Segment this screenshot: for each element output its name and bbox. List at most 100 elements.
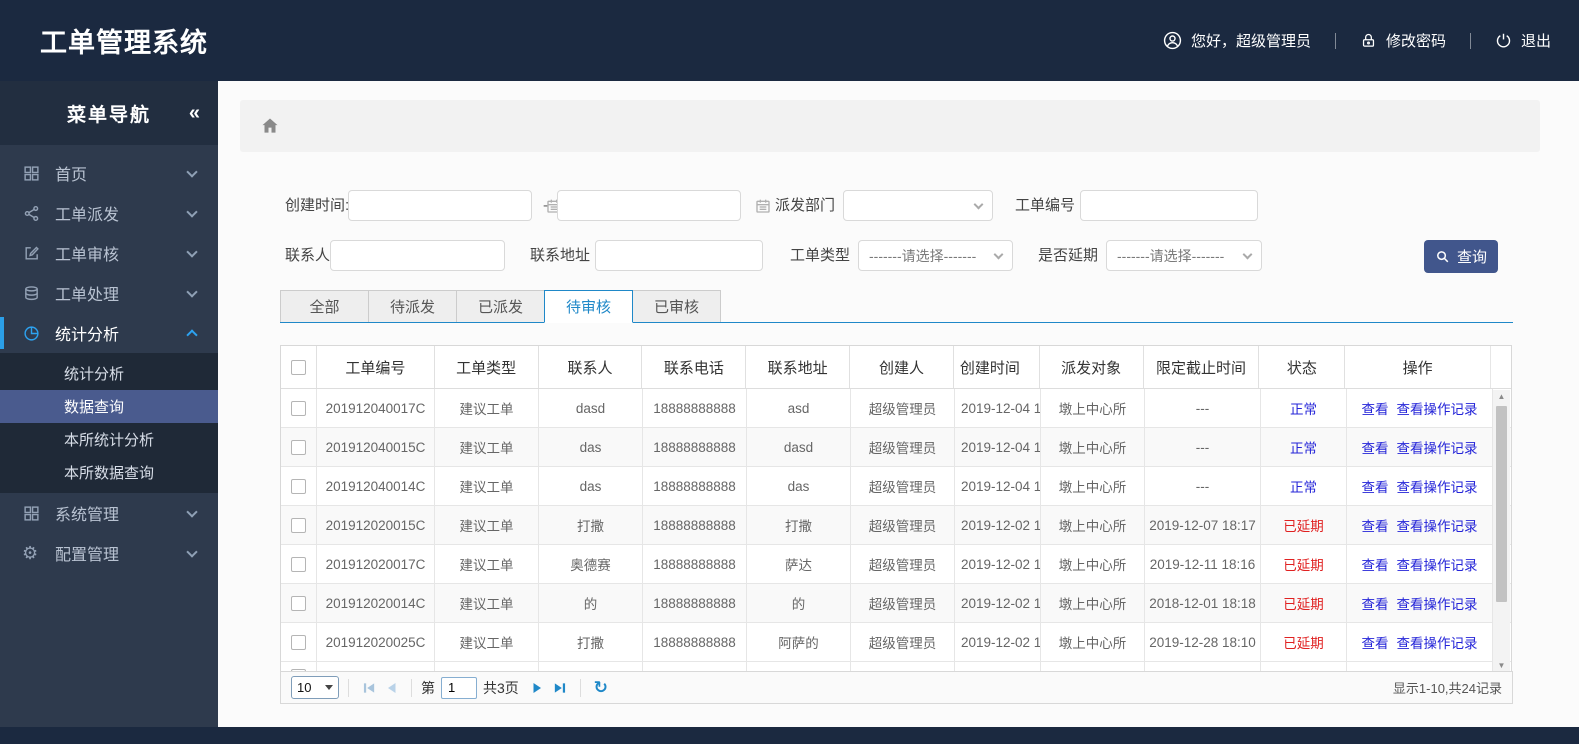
last-page-button[interactable] (549, 677, 571, 699)
create-time-start-input[interactable] (349, 191, 546, 220)
grid-icon (22, 165, 41, 182)
scrollbar-thumb[interactable] (1496, 406, 1507, 602)
sidebar-item-config[interactable]: ⚙ 配置管理 (0, 533, 218, 573)
view-log-link[interactable]: 查看操作记录 (1397, 554, 1478, 574)
address-input[interactable] (596, 241, 793, 270)
column-header: 创建人 (850, 346, 954, 388)
status-badge: 已延期 (1283, 519, 1324, 534)
search-button[interactable]: 查询 (1424, 240, 1498, 273)
tab-dispatched[interactable]: 已派发 (456, 290, 545, 322)
view-log-link[interactable]: 查看操作记录 (1397, 476, 1478, 496)
prev-page-button[interactable] (380, 677, 402, 699)
create-time-label: 创建时间: (285, 197, 350, 214)
cell-order-no: 201912020017C (317, 545, 435, 583)
order-no-field[interactable] (1080, 190, 1278, 221)
row-select-cell (281, 545, 317, 583)
tab-reviewed[interactable]: 已审核 (632, 290, 721, 322)
sidebar-item-review[interactable]: 工单审核 (0, 233, 218, 273)
view-log-link[interactable]: 查看操作记录 (1397, 398, 1478, 418)
sidebar-collapse-icon[interactable]: « (189, 102, 200, 125)
table-scrollbar[interactable]: ▲ ▼ (1493, 390, 1510, 673)
page-number-input[interactable] (441, 676, 477, 699)
cell-order-no: 201912040015C (317, 428, 435, 466)
cell-address: 打撒 (747, 506, 851, 544)
contact-field[interactable] (330, 240, 528, 271)
next-page-button[interactable] (527, 677, 549, 699)
chevron-up-icon (186, 329, 198, 341)
delayed-select[interactable]: -------请选择------- (1106, 240, 1262, 271)
view-link[interactable]: 查看 (1362, 398, 1389, 418)
tab-pending-dispatch[interactable]: 待派发 (368, 290, 457, 322)
row-checkbox[interactable] (291, 634, 306, 650)
view-link[interactable]: 查看 (1362, 515, 1389, 535)
view-log-link[interactable]: 查看操作记录 (1397, 632, 1478, 652)
first-page-button[interactable] (358, 677, 380, 699)
submenu-item-statistics[interactable]: 统计分析 (0, 357, 218, 390)
change-password-label: 修改密码 (1385, 33, 1446, 50)
status-badge: 已延期 (1283, 597, 1324, 612)
contact-input[interactable] (331, 241, 528, 270)
order-type-select[interactable]: -------请选择------- (858, 240, 1013, 271)
row-checkbox[interactable] (291, 478, 306, 494)
submenu-item-local-statistics[interactable]: 本所统计分析 (0, 423, 218, 456)
user-bar: 您好，超级管理员 修改密码 退出 (1163, 30, 1551, 51)
scroll-up-icon[interactable]: ▲ (1498, 390, 1506, 404)
row-checkbox[interactable] (291, 517, 306, 533)
cell-status: 正常 (1261, 389, 1347, 427)
cell-creator: 超级管理员 (851, 389, 955, 427)
column-header: 联系人 (539, 346, 643, 388)
create-time-start-field[interactable] (348, 190, 561, 221)
view-log-link[interactable]: 查看操作记录 (1397, 593, 1478, 613)
status-badge: 正常 (1290, 441, 1317, 456)
submenu-item-local-data-query[interactable]: 本所数据查询 (0, 456, 218, 489)
menu-label: 系统管理 (55, 507, 120, 524)
sidebar-item-dispatch[interactable]: 工单派发 (0, 193, 218, 233)
select-all-checkbox[interactable] (290, 359, 306, 375)
create-time-end-input[interactable] (558, 191, 755, 220)
cell-deadline: 2019-12-28 18:10 (1145, 623, 1261, 661)
row-checkbox[interactable] (291, 595, 306, 611)
cell-target: 墩上中心所 (1041, 389, 1145, 427)
view-link[interactable]: 查看 (1362, 437, 1389, 457)
page-size-select[interactable]: 10 (291, 676, 339, 699)
column-header: 限定截止时间 (1144, 346, 1260, 388)
view-link[interactable]: 查看 (1362, 554, 1389, 574)
order-no-input[interactable] (1081, 191, 1278, 220)
home-icon[interactable] (260, 116, 280, 136)
view-link[interactable]: 查看 (1362, 593, 1389, 613)
sidebar-item-process[interactable]: 工单处理 (0, 273, 218, 313)
calendar-icon[interactable] (755, 198, 771, 214)
sidebar-item-system[interactable]: 系统管理 (0, 493, 218, 533)
row-checkbox[interactable] (291, 556, 306, 572)
total-pages: 共3页 (483, 679, 519, 696)
main-content: 创建时间: - 派发部门 工单编号 联系人 联系地址 工单类型 -------请… (218, 81, 1579, 727)
view-link[interactable]: 查看 (1362, 476, 1389, 496)
refresh-button[interactable]: ↻ (590, 677, 612, 699)
tab-all[interactable]: 全部 (280, 290, 369, 322)
cell-created: 2019-12-02 17 (955, 545, 1041, 583)
cell-contact: das (539, 467, 643, 505)
greeting-text: 您好，超级管理员 (1190, 33, 1311, 50)
sidebar-item-statistics[interactable]: 统计分析 (0, 313, 218, 353)
create-time-end-field[interactable] (557, 190, 770, 221)
submenu-item-data-query[interactable]: 数据查询 (0, 390, 218, 423)
cell-status: 已延期 (1261, 506, 1347, 544)
view-link[interactable]: 查看 (1362, 632, 1389, 652)
cell-contact: 打撒 (539, 623, 643, 661)
cell-phone: 18888888888 (643, 545, 747, 583)
tab-pending-review[interactable]: 待审核 (544, 290, 633, 323)
view-log-link[interactable]: 查看操作记录 (1397, 437, 1478, 457)
grid-icon (22, 505, 41, 522)
sidebar-item-home[interactable]: 首页 (0, 153, 218, 193)
dispatch-dept-select[interactable] (843, 190, 993, 221)
view-log-link[interactable]: 查看操作记录 (1397, 515, 1478, 535)
address-field[interactable] (595, 240, 793, 271)
menu-label: 工单处理 (55, 287, 120, 304)
row-checkbox[interactable] (291, 400, 306, 416)
logout-button[interactable]: 退出 (1495, 30, 1551, 51)
row-checkbox[interactable] (291, 439, 306, 455)
table-row: 201912020015C 建议工单 打撒 18888888888 打撒 超级管理员 201… (281, 506, 1511, 545)
cell-deadline: --- (1145, 467, 1261, 505)
change-password-button[interactable]: 修改密码 (1360, 30, 1446, 51)
filter-row-1: 创建时间: - 派发部门 工单编号 (218, 190, 1579, 222)
